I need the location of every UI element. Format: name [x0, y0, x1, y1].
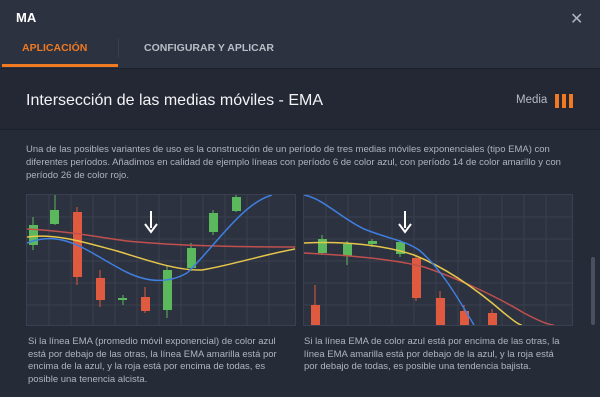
modal-title: MA [16, 10, 37, 25]
candlesticks [311, 235, 497, 325]
caption-bullish: Si la línea EMA (promedio móvil exponenc… [28, 336, 277, 385]
modal-header [0, 0, 600, 68]
arrow-down-icon [144, 211, 158, 234]
difficulty-bars-icon [555, 92, 573, 108]
tab-configurar[interactable]: CONFIGURAR Y APLICAR [144, 42, 274, 54]
arrow-down-icon [398, 211, 412, 234]
difficulty-label: Media [516, 94, 548, 106]
caption-bearish: Si la línea EMA de color azul está por e… [304, 336, 560, 372]
tab-aplicacion[interactable]: APLICACIÓN [22, 42, 87, 54]
scrollbar[interactable] [591, 257, 595, 325]
example-chart-bearish [303, 194, 573, 326]
close-icon[interactable]: ✕ [570, 9, 583, 29]
active-tab-indicator [2, 64, 118, 67]
tab-divider [118, 39, 119, 57]
description-text: Una de las posibles variantes de uso es … [26, 144, 561, 181]
page-title: Intersección de las medias móviles - EMA [26, 92, 323, 109]
ema-slow-line [303, 252, 555, 326]
example-chart-bullish [26, 194, 296, 326]
